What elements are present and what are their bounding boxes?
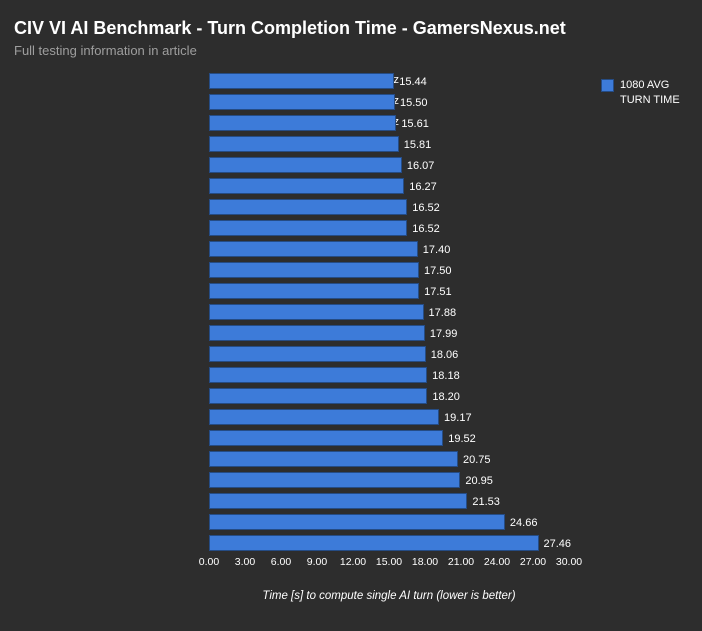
bar-row: R3 2200G (3200MHz CL14)27.46 [209, 532, 569, 553]
x-tick-label: 6.00 [271, 556, 291, 568]
bar-row: Intel i7-8700K 6C/12T OC 5GHz15.44 [209, 70, 569, 91]
x-tick-label: 27.00 [520, 556, 546, 568]
bar-value-label: 17.50 [424, 263, 452, 279]
bar-row: AMD R5 1600X 6C/12T 4.1GHz17.88 [209, 301, 569, 322]
bar-row: Intel i5-8600K 6C/6T 5GHz15.81 [209, 133, 569, 154]
bar: 17.88 [209, 304, 424, 320]
bar: 19.52 [209, 430, 443, 446]
chart-subtitle: Full testing information in article [14, 43, 688, 58]
bar: 18.18 [209, 367, 427, 383]
bar-row: AMD TR 1950X 16/32 Stock18.06 [209, 343, 569, 364]
bar-row: Intel i3-8350K 4C/4T 4.8GHz16.27 [209, 175, 569, 196]
bar-value-label: 15.44 [399, 74, 427, 90]
chart-title: CIV VI AI Benchmark - Turn Completion Ti… [14, 18, 688, 39]
bar-row: R3 2400G 3.9GHz + 1650MHz24.66 [209, 511, 569, 532]
bar-value-label: 17.88 [429, 305, 457, 321]
bar-value-label: 17.99 [430, 326, 458, 342]
x-tick-label: 9.00 [307, 556, 327, 568]
x-tick-label: 21.00 [448, 556, 474, 568]
bar-row: AMD R7 1700 8C/16T Stock20.95 [209, 469, 569, 490]
bar: 16.07 [209, 157, 402, 173]
bar: 18.06 [209, 346, 426, 362]
x-tick-label: 24.00 [484, 556, 510, 568]
bar-value-label: 16.07 [407, 158, 435, 174]
bar-row: AMD R5 1600X 6C/12T Stock19.17 [209, 406, 569, 427]
bar-row: Intel i5-7600K 4C/4T Stock16.52 [209, 217, 569, 238]
bar: 16.52 [209, 199, 407, 215]
bar-value-label: 15.50 [400, 95, 428, 111]
bar-row: AMD TR 1920X 12/24 Stock18.20 [209, 385, 569, 406]
bar: 16.27 [209, 178, 404, 194]
bar-row: Intel i3-8350K 4C/4T Stock17.99 [209, 322, 569, 343]
x-tick-label: 3.00 [235, 556, 255, 568]
bar: 24.66 [209, 514, 505, 530]
bar-row: Intel i7-7700K 4C/8T 5GHz15.50 [209, 91, 569, 112]
x-tick-label: 0.00 [199, 556, 219, 568]
bar-value-label: 21.53 [472, 494, 500, 510]
bar-value-label: 20.95 [465, 473, 493, 489]
plot-area: Intel i7-8700K 6C/12T OC 5GHz15.44Intel … [14, 70, 688, 602]
bar: 19.17 [209, 409, 439, 425]
x-tick-label: 12.00 [340, 556, 366, 568]
x-axis: 0.003.006.009.0012.0015.0018.0021.0024.0… [209, 556, 569, 574]
bar: 15.81 [209, 136, 399, 152]
bar: 17.51 [209, 283, 419, 299]
bar-value-label: 16.52 [412, 200, 440, 216]
bar: 16.52 [209, 220, 407, 236]
bar-value-label: 18.20 [432, 389, 460, 405]
bar-value-label: 18.06 [431, 347, 459, 363]
bar: 15.50 [209, 94, 395, 110]
bar-row: Intel i5-8600K 6C/6T Stock17.50 [209, 259, 569, 280]
bar-value-label: 16.52 [412, 221, 440, 237]
x-tick-label: 30.00 [556, 556, 582, 568]
bar-value-label: 15.61 [401, 116, 429, 132]
bar-value-label: 18.18 [432, 368, 460, 384]
bar: 20.95 [209, 472, 460, 488]
bar-value-label: 17.40 [423, 242, 451, 258]
bar-row: Intel i7-7700K 4C/8T Stock16.52 [209, 196, 569, 217]
bar-value-label: 17.51 [424, 284, 452, 300]
bar-row: R5 2400G 3.95GHz + 1600MHz19.52 [209, 427, 569, 448]
bar: 21.53 [209, 493, 467, 509]
bar: 17.40 [209, 241, 418, 257]
bar-row: AMD R3 1300X 4C/4T Stock20.75 [209, 448, 569, 469]
bar-value-label: 19.52 [448, 431, 476, 447]
bar-value-label: 19.17 [444, 410, 472, 426]
bar-value-label: 20.75 [463, 452, 491, 468]
x-tick-label: 15.00 [376, 556, 402, 568]
bar-row: R5 2400G Stock (3200MHz)21.53 [209, 490, 569, 511]
bar: 15.61 [209, 115, 396, 131]
bar-value-label: 24.66 [510, 515, 538, 531]
x-axis-label: Time [s] to compute single AI turn (lowe… [209, 590, 569, 602]
bar: 15.44 [209, 73, 394, 89]
bar-value-label: 16.27 [409, 179, 437, 195]
chart-container: CIV VI AI Benchmark - Turn Completion Ti… [0, 0, 702, 631]
bar: 20.75 [209, 451, 458, 467]
bar-row: Intel i5-8400 6C/6T Stock 266617.51 [209, 280, 569, 301]
x-tick-label: 18.00 [412, 556, 438, 568]
bar-value-label: 27.46 [544, 536, 572, 552]
bar: 17.99 [209, 325, 425, 341]
bar-row: Intel i5-7600K 4C/4T 4.7GHz15.61 [209, 112, 569, 133]
bars-group: Intel i7-8700K 6C/12T OC 5GHz15.44Intel … [14, 70, 569, 553]
bar-row: Intel i5-8400 6C/6T Stock17.40 [209, 238, 569, 259]
plot-region: Intel i7-8700K 6C/12T OC 5GHz15.44Intel … [14, 70, 569, 602]
bar: 17.50 [209, 262, 419, 278]
bar: 27.46 [209, 535, 539, 551]
bar: 18.20 [209, 388, 427, 404]
bar-row: Intel i7-8700K 6C/12T Stock16.07 [209, 154, 569, 175]
bar-value-label: 15.81 [404, 137, 432, 153]
bar-row: AMD R7 1700 8C/16T 4GHz18.18 [209, 364, 569, 385]
